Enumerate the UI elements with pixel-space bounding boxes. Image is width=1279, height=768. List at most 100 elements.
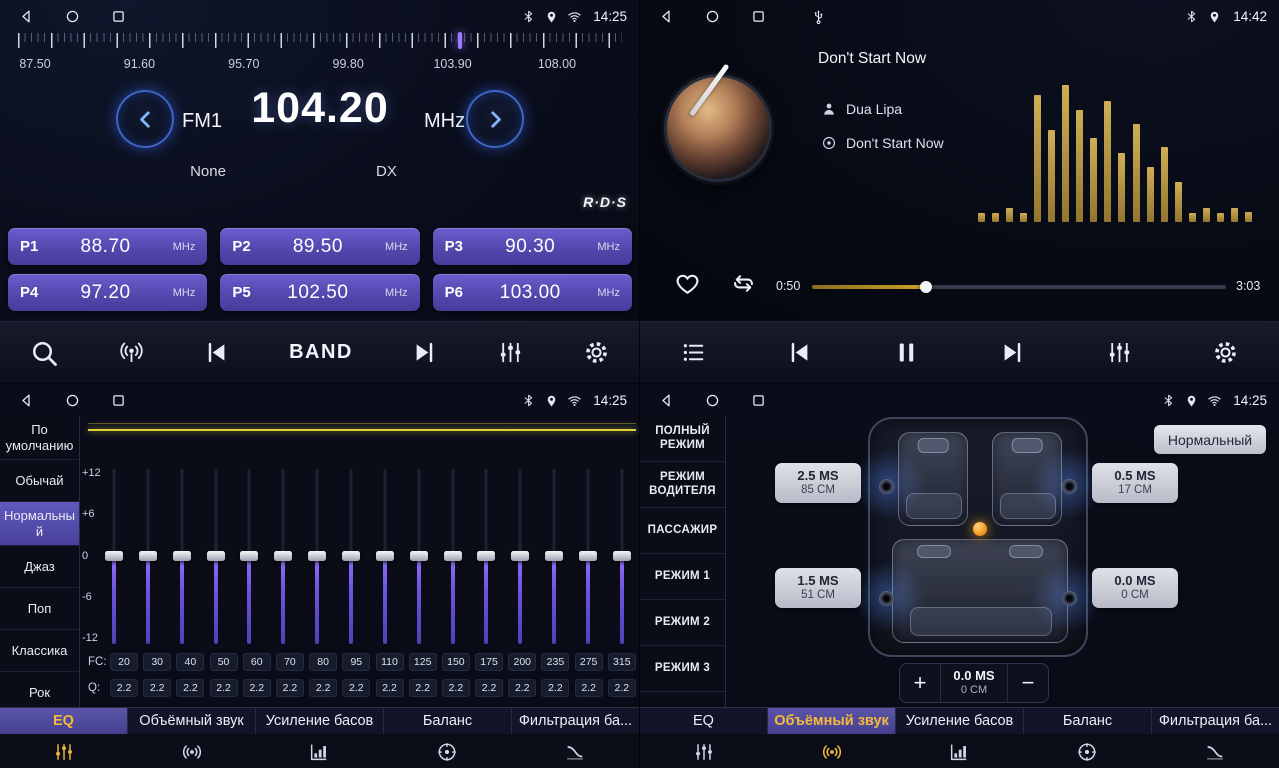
home-circle-icon[interactable] (704, 392, 721, 409)
tab-surround-icon[interactable] (768, 735, 896, 768)
home-circle-icon[interactable] (64, 392, 81, 409)
eq-band-slider[interactable] (375, 468, 395, 644)
tab-eq-icon[interactable] (0, 735, 128, 768)
eq-preset-item[interactable]: Джаз (0, 546, 79, 588)
audio-tab[interactable]: EQ (640, 708, 768, 734)
pause-button[interactable] (893, 339, 920, 366)
increase-delay-button[interactable]: + (900, 664, 940, 702)
favorite-button[interactable] (674, 270, 701, 297)
slider-handle[interactable] (173, 551, 191, 561)
tab-bass-boost-icon[interactable] (896, 735, 1024, 768)
slider-handle[interactable] (105, 551, 123, 561)
eq-band-slider[interactable] (612, 468, 632, 644)
preset-button[interactable]: P2 89.50 MHz (220, 228, 419, 265)
eq-band-slider[interactable] (443, 468, 463, 644)
playlist-button[interactable] (680, 339, 707, 366)
slider-handle[interactable] (477, 551, 495, 561)
eq-band-slider[interactable] (341, 468, 361, 644)
back-icon[interactable] (18, 392, 35, 409)
tab-balance-icon[interactable] (1023, 735, 1151, 768)
eq-band-slider[interactable] (476, 468, 496, 644)
front-right-delay-button[interactable]: 0.5 MS 17 CM (1092, 463, 1178, 503)
rear-left-delay-button[interactable]: 1.5 MS 51 CM (775, 568, 861, 608)
slider-handle[interactable] (139, 551, 157, 561)
audio-tab[interactable]: Баланс (1024, 708, 1152, 734)
recents-square-icon[interactable] (110, 392, 127, 409)
eq-band-slider[interactable] (273, 468, 293, 644)
recents-square-icon[interactable] (750, 392, 767, 409)
eq-band-slider[interactable] (544, 468, 564, 644)
audio-tab[interactable]: Усиление басов (256, 708, 384, 734)
back-icon[interactable] (18, 8, 35, 25)
progress-knob[interactable] (920, 281, 932, 293)
slider-handle[interactable] (207, 551, 225, 561)
tab-balance-icon[interactable] (383, 735, 511, 768)
preset-button[interactable]: P6 103.00 MHz (433, 274, 632, 311)
tune-up-button[interactable] (466, 90, 524, 148)
eq-mixer-button[interactable] (497, 339, 524, 366)
rear-right-delay-button[interactable]: 0.0 MS 0 CM (1092, 568, 1178, 608)
slider-handle[interactable] (613, 551, 631, 561)
settings-button[interactable] (583, 339, 610, 366)
frequency-ruler[interactable] (18, 33, 622, 53)
audio-tab[interactable]: Объёмный звук (768, 708, 896, 734)
eq-preset-item[interactable]: Классика (0, 630, 79, 672)
slider-handle[interactable] (342, 551, 360, 561)
audio-tab[interactable]: EQ (0, 708, 128, 734)
preset-button[interactable]: P1 88.70 MHz (8, 228, 207, 265)
decrease-delay-button[interactable]: − (1008, 664, 1048, 702)
seek-bar[interactable] (812, 281, 1226, 293)
surround-mode-item[interactable]: ПОЛНЫЙ РЕЖИМ (640, 416, 725, 462)
surround-mode-item[interactable]: РЕЖИМ 1 (640, 554, 725, 600)
audio-tab[interactable]: Объёмный звук (128, 708, 256, 734)
audio-tab[interactable]: Баланс (384, 708, 512, 734)
surround-mode-item[interactable]: РЕЖИМ 2 (640, 600, 725, 646)
preset-button[interactable]: P3 90.30 MHz (433, 228, 632, 265)
next-station-button[interactable] (411, 339, 438, 366)
home-circle-icon[interactable] (64, 8, 81, 25)
repeat-button[interactable] (730, 270, 757, 297)
eq-band-slider[interactable] (239, 468, 259, 644)
eq-band-slider[interactable] (578, 468, 598, 644)
eq-preset-item[interactable]: Обычай (0, 460, 79, 502)
slider-handle[interactable] (274, 551, 292, 561)
audio-tab[interactable]: Фильтрация ба... (512, 708, 639, 734)
eq-preset-item[interactable]: Нормальный (0, 502, 79, 546)
slider-handle[interactable] (545, 551, 563, 561)
search-button[interactable] (29, 338, 59, 368)
surround-mode-item[interactable]: ПАССАЖИР (640, 508, 725, 554)
tab-filter-icon[interactable] (511, 735, 639, 768)
back-icon[interactable] (658, 8, 675, 25)
slider-handle[interactable] (308, 551, 326, 561)
eq-preset-item[interactable]: По умолчанию (0, 416, 79, 460)
tab-bass-boost-icon[interactable] (256, 735, 384, 768)
previous-station-button[interactable] (203, 339, 230, 366)
eq-preset-item[interactable]: Поп (0, 588, 79, 630)
band-button[interactable]: BAND (289, 341, 353, 364)
slider-handle[interactable] (444, 551, 462, 561)
audio-tab[interactable]: Фильтрация ба... (1152, 708, 1279, 734)
settings-button[interactable] (1212, 339, 1239, 366)
surround-mode-item[interactable]: РЕЖИМ ВОДИТЕЛЯ (640, 462, 725, 508)
recents-square-icon[interactable] (750, 8, 767, 25)
eq-band-slider[interactable] (172, 468, 192, 644)
tab-filter-icon[interactable] (1151, 735, 1279, 768)
eq-band-slider[interactable] (138, 468, 158, 644)
preset-button[interactable]: P4 97.20 MHz (8, 274, 207, 311)
recents-square-icon[interactable] (110, 8, 127, 25)
next-track-button[interactable] (999, 339, 1026, 366)
audio-tab[interactable]: Усиление басов (896, 708, 1024, 734)
front-left-delay-button[interactable]: 2.5 MS 85 CM (775, 463, 861, 503)
eq-band-slider[interactable] (104, 468, 124, 644)
tab-surround-icon[interactable] (128, 735, 256, 768)
slider-handle[interactable] (240, 551, 258, 561)
eq-mixer-button[interactable] (1106, 339, 1133, 366)
preset-button[interactable]: P5 102.50 MHz (220, 274, 419, 311)
eq-band-slider[interactable] (206, 468, 226, 644)
eq-band-slider[interactable] (307, 468, 327, 644)
surround-preset-button[interactable]: Нормальный (1154, 425, 1266, 454)
previous-track-button[interactable] (786, 339, 813, 366)
broadcast-button[interactable] (118, 339, 145, 366)
slider-handle[interactable] (579, 551, 597, 561)
tune-down-button[interactable] (116, 90, 174, 148)
